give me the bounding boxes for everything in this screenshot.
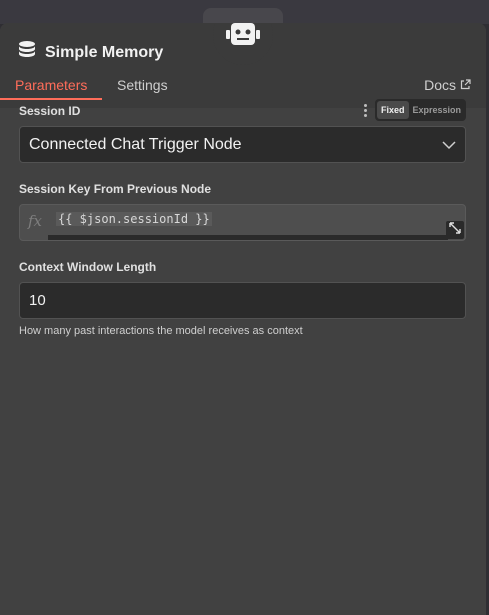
fx-icon: fx — [28, 212, 43, 230]
tab-parameters[interactable]: Parameters — [15, 77, 87, 93]
panel-tabs: Parameters Settings Docs — [0, 73, 486, 101]
expand-editor-button[interactable] — [446, 221, 464, 239]
fixed-expression-toggle: Fixed Expression — [375, 99, 466, 121]
external-link-icon — [460, 77, 471, 93]
expand-icon — [449, 221, 461, 239]
context-window-input[interactable]: 10 — [19, 282, 466, 319]
docs-link[interactable]: Docs — [424, 77, 471, 93]
expression-text: {{ $json.sessionId }} — [56, 212, 212, 226]
session-id-select[interactable]: Connected Chat Trigger Node — [19, 126, 466, 163]
title-row: Simple Memory — [17, 40, 163, 65]
expression-scrollbar[interactable] — [48, 235, 448, 240]
context-window-hint: How many past interactions the model rec… — [19, 325, 303, 337]
session-key-label: Session Key From Previous Node — [19, 182, 212, 196]
chevron-down-icon — [442, 138, 456, 157]
mode-fixed-button[interactable]: Fixed — [377, 101, 409, 119]
active-tab-indicator — [0, 98, 102, 100]
database-icon — [17, 40, 37, 65]
session-id-label: Session ID — [19, 104, 81, 118]
session-id-value: Connected Chat Trigger Node — [29, 135, 242, 153]
options-menu-icon[interactable] — [360, 102, 370, 118]
context-window-label: Context Window Length — [19, 260, 157, 274]
node-title[interactable]: Simple Memory — [45, 44, 163, 62]
docs-label: Docs — [424, 77, 456, 93]
mode-expression-button[interactable]: Expression — [409, 101, 466, 119]
context-window-value: 10 — [29, 292, 46, 309]
session-key-expression-input[interactable]: fx {{ $json.sessionId }} — [19, 204, 466, 241]
robot-icon — [225, 23, 261, 54]
tab-settings[interactable]: Settings — [117, 77, 168, 93]
